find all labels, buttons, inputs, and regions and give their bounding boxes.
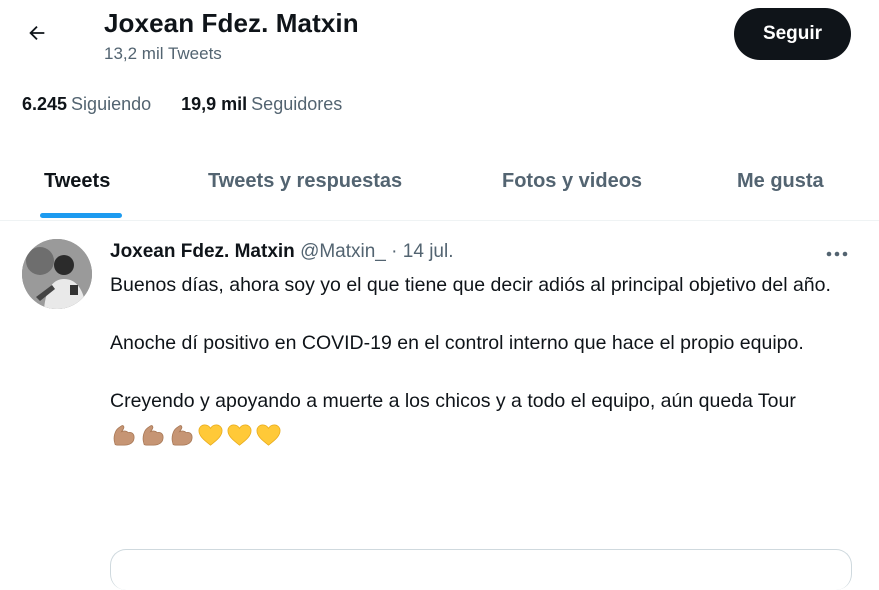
emoji-row	[110, 420, 850, 450]
tweet-author-name[interactable]: Joxean Fdez. Matxin	[110, 241, 295, 262]
followers-count: 19,9 mil	[181, 94, 248, 114]
avatar[interactable]	[22, 239, 92, 309]
tweet-count: 13,2 mil Tweets	[104, 44, 222, 63]
tab-photos-videos[interactable]: Fotos y videos	[502, 170, 642, 193]
yellow-heart-icon	[198, 424, 223, 446]
arrow-left-icon	[29, 25, 45, 41]
flexed-biceps-icon	[171, 424, 193, 446]
tab-tweets[interactable]: Tweets	[44, 170, 110, 193]
tweet-paragraph: Anoche dí positivo en COVID-19 en el con…	[110, 332, 804, 354]
tweet-text: Buenos días, ahora soy yo el que tiene q…	[110, 271, 850, 450]
following-link[interactable]: 6.245 Siguiendo	[22, 94, 151, 115]
yellow-heart-icon	[256, 424, 281, 446]
tweet-separator: ·	[391, 241, 398, 262]
tweet-media-card[interactable]	[110, 549, 852, 590]
tweet-header: Joxean Fdez. Matxin @Matxin_ · 14 jul.	[110, 241, 453, 263]
tweet-author-handle[interactable]: @Matxin_	[300, 241, 386, 262]
profile-header: Joxean Fdez. Matxin 13,2 mil Tweets Segu…	[0, 0, 879, 72]
back-button[interactable]	[18, 14, 56, 52]
follow-button[interactable]: Seguir	[734, 8, 851, 60]
flexed-biceps-icon	[113, 424, 135, 446]
flexed-biceps-icon	[142, 424, 164, 446]
followers-link[interactable]: 19,9 mil Seguidores	[181, 94, 342, 115]
following-count: 6.245	[22, 94, 68, 114]
more-button[interactable]	[820, 241, 854, 267]
tweet-date[interactable]: 14 jul.	[403, 241, 454, 262]
tab-likes[interactable]: Me gusta	[737, 170, 824, 193]
followers-label: Seguidores	[251, 94, 343, 114]
tweet-paragraph: Buenos días, ahora soy yo el que tiene q…	[110, 274, 831, 296]
following-label: Siguiendo	[71, 94, 152, 114]
yellow-heart-icon	[227, 424, 252, 446]
tab-tweets-and-replies[interactable]: Tweets y respuestas	[208, 170, 402, 193]
profile-stats: 6.245 Siguiendo 19,9 mil Seguidores	[22, 94, 342, 115]
profile-tabs: Tweets Tweets y respuestas Fotos y video…	[0, 152, 879, 221]
active-tab-indicator	[40, 213, 122, 218]
tweet-paragraph: Creyendo y apoyando a muerte a los chico…	[110, 390, 796, 412]
more-horizontal-icon	[826, 251, 848, 257]
profile-name: Joxean Fdez. Matxin	[104, 8, 359, 38]
tweet[interactable]: Joxean Fdez. Matxin @Matxin_ · 14 jul. B…	[0, 221, 879, 590]
